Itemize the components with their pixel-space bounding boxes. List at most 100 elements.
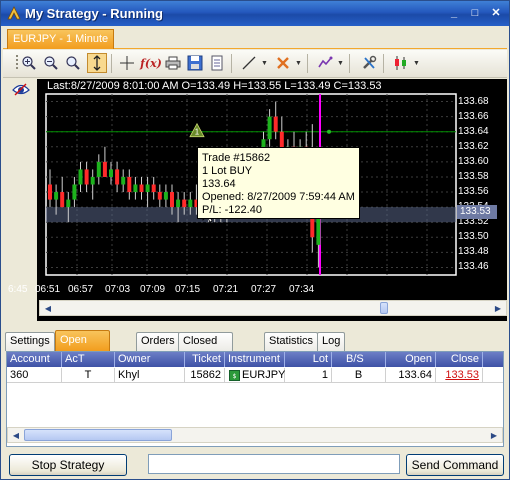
candle: [48, 184, 52, 200]
line-draw-icon[interactable]: [239, 53, 259, 73]
candle: [267, 116, 272, 140]
price-tick-label: 133.46: [458, 261, 489, 273]
maximize-button[interactable]: □: [466, 5, 484, 22]
candle: [182, 199, 187, 208]
price-tick-label: 133.62: [458, 140, 489, 152]
candle: [84, 169, 89, 185]
title-bar[interactable]: My Strategy - Running _ □ ✕: [1, 1, 509, 26]
cell-instrument-label: EURJPY: [242, 369, 286, 381]
scroll-right-icon[interactable]: ▶: [490, 301, 506, 315]
zoom-in-icon[interactable]: [19, 53, 39, 73]
col-act[interactable]: AcT: [62, 352, 115, 367]
price-tick-label: 133.64: [458, 125, 489, 137]
col-lot[interactable]: Lot: [285, 352, 332, 367]
candle: [96, 161, 101, 177]
tooltip-opened: Opened: 8/27/2009 7:59:44 AM: [202, 191, 355, 203]
toolbar-separator: [349, 54, 350, 73]
app-logo-icon: [7, 6, 21, 20]
zoom-out-icon[interactable]: [41, 53, 61, 73]
command-input[interactable]: [148, 454, 400, 474]
scrollbar-thumb[interactable]: [24, 429, 172, 441]
current-price-tag: 133.53: [457, 205, 497, 219]
grid-header: Account AcT Owner Ticket Instrument Lot …: [7, 352, 503, 367]
candle: [127, 176, 132, 193]
close-button[interactable]: ✕: [487, 5, 505, 22]
toolbar-separator: [307, 54, 308, 73]
candle: [60, 192, 65, 208]
candle: [273, 116, 278, 132]
strategy-window: My Strategy - Running _ □ ✕ EURJPY - 1 M…: [0, 0, 510, 480]
scroll-left-icon[interactable]: ◀: [40, 301, 56, 315]
col-bs[interactable]: B/S: [332, 352, 386, 367]
marker-icon[interactable]: [273, 53, 293, 73]
price-tick-label: 133.48: [458, 246, 489, 258]
save-icon[interactable]: [185, 53, 205, 73]
crosshair-icon[interactable]: [117, 53, 137, 73]
price-tick-label: 133.58: [458, 170, 489, 182]
chevron-down-icon[interactable]: ▼: [337, 60, 344, 67]
svg-text:$: $: [233, 373, 237, 380]
tab-open-positions[interactable]: Open Positions: [55, 330, 110, 365]
indicators-icon[interactable]: f(x): [140, 53, 162, 73]
scrollbar-thumb[interactable]: [380, 302, 388, 314]
time-tick-label: 6:45: [8, 284, 28, 295]
chevron-down-icon[interactable]: ▼: [413, 60, 420, 67]
col-account[interactable]: Account: [7, 352, 62, 367]
price-tick-label: 133.60: [458, 155, 489, 167]
time-tick-label: 07:03: [105, 284, 131, 295]
candle: [139, 184, 144, 193]
candle: [176, 199, 181, 208]
chevron-down-icon[interactable]: ▼: [295, 60, 302, 67]
tab-settings[interactable]: Settings: [5, 332, 55, 351]
trade-tooltip: Trade #15862 1 Lot BUY 133.64 Opened: 8/…: [197, 147, 360, 219]
tab-closed-positions[interactable]: Closed Positions: [178, 332, 233, 364]
strategy-panel: Settings Open Positions Orders Closed Po…: [3, 327, 507, 447]
cell-close[interactable]: 133.53: [436, 368, 483, 383]
candle: [66, 199, 71, 208]
col-open[interactable]: Open: [386, 352, 436, 367]
chart-tab-eurjpy[interactable]: EURJPY - 1 Minute: [7, 29, 115, 49]
send-command-button[interactable]: Send Command: [406, 454, 504, 476]
tab-log[interactable]: Log: [317, 332, 346, 351]
bar-type-icon[interactable]: [391, 53, 411, 73]
tools-icon[interactable]: [359, 53, 379, 73]
col-instrument[interactable]: Instrument: [225, 352, 285, 367]
candle: [72, 184, 77, 200]
strategy-icon[interactable]: [315, 53, 335, 73]
candle: [115, 169, 120, 185]
col-ticket[interactable]: Ticket: [185, 352, 225, 367]
grid-horizontal-scrollbar[interactable]: ◀ ▶: [7, 427, 503, 443]
window-title: My Strategy - Running: [25, 6, 163, 21]
col-owner[interactable]: Owner: [115, 352, 185, 367]
candle: [78, 169, 83, 185]
table-row[interactable]: 360 T Khyl 15862 $ EURJPY 1 B 133.64 133…: [7, 368, 503, 383]
print-icon[interactable]: [163, 53, 183, 73]
chevron-down-icon[interactable]: ▼: [261, 60, 268, 67]
tooltip-price: 133.64: [202, 178, 236, 190]
cell-account: 360: [7, 368, 62, 383]
candle: [188, 199, 193, 208]
time-tick-label: 07:27: [251, 284, 277, 295]
price-tick-label: 133.66: [458, 110, 489, 122]
time-tick-label: 07:15: [175, 284, 201, 295]
cell-open: 133.64: [386, 368, 436, 383]
time-tick-label: 06:57: [68, 284, 94, 295]
zoom-reset-icon[interactable]: [63, 53, 83, 73]
eye-icon[interactable]: [12, 82, 30, 96]
scroll-left-icon[interactable]: ◀: [8, 428, 24, 442]
scroll-right-icon[interactable]: ▶: [486, 428, 502, 442]
properties-icon[interactable]: [207, 53, 227, 73]
time-tick-label: 07:09: [140, 284, 166, 295]
col-close[interactable]: Close: [436, 352, 483, 367]
time-tick-label: 07:21: [213, 284, 239, 295]
minimize-button[interactable]: _: [445, 5, 463, 22]
chart-horizontal-scrollbar[interactable]: ◀ ▶: [39, 300, 507, 316]
stop-strategy-button[interactable]: Stop Strategy: [9, 454, 127, 476]
candle: [163, 192, 168, 200]
trade-exit-dot: [327, 129, 331, 134]
price-tick-label: 133.50: [458, 231, 489, 243]
chart-tab-strip: EURJPY - 1 Minute: [3, 27, 507, 49]
tab-orders[interactable]: Orders: [136, 332, 180, 351]
auto-scale-icon[interactable]: [87, 53, 107, 73]
tab-statistics[interactable]: Statistics: [264, 332, 319, 351]
